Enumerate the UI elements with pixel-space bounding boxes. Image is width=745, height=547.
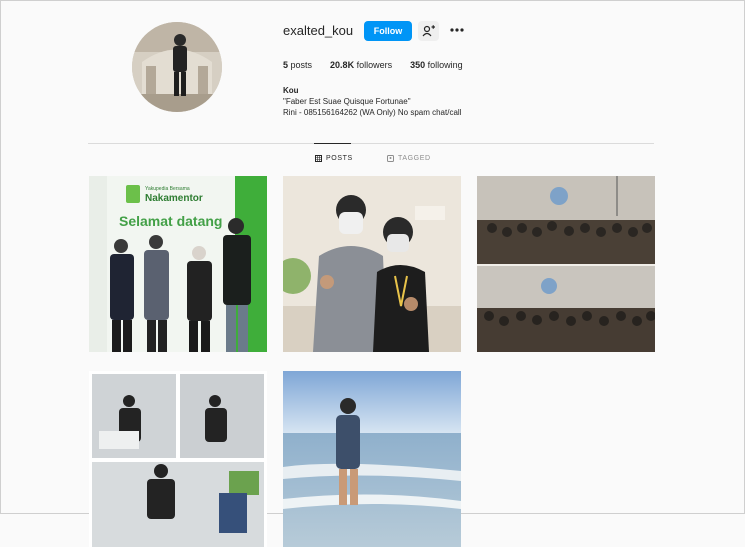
active-tab-indicator — [314, 143, 351, 144]
profile-stats: 5 posts 20.8K followers 350 following — [283, 60, 463, 70]
profile-username: exalted_kou — [283, 23, 354, 38]
posts-stat: 5 posts — [283, 60, 313, 70]
profile-avatar[interactable] — [132, 22, 222, 112]
suggested-accounts-button[interactable] — [418, 21, 439, 41]
banner-welcome-text: Selamat datang — [119, 213, 222, 229]
tabs-divider — [88, 143, 654, 144]
more-options-icon — [450, 28, 464, 32]
post-tile[interactable] — [477, 176, 655, 352]
tag-icon — [387, 155, 394, 162]
more-options-button[interactable] — [449, 22, 465, 38]
person-add-icon — [422, 25, 435, 37]
follow-button[interactable]: Follow — [364, 21, 412, 41]
bio-contact: Rini - 085156164262 (WA Only) No spam ch… — [283, 108, 462, 117]
tab-tagged[interactable]: TAGGED — [387, 155, 431, 162]
bio-quote: "Faber Est Suae Quisque Fortunae" — [283, 97, 411, 106]
profile-bio: "Faber Est Suae Quisque Fortunae" Rini -… — [283, 96, 461, 118]
tab-posts[interactable]: POSTS — [315, 155, 353, 162]
post-tile[interactable] — [283, 176, 461, 352]
profile-full-name: Kou — [283, 86, 299, 95]
grid-icon — [315, 155, 322, 162]
post-tile[interactable] — [89, 371, 267, 547]
banner-brand-text: Nakamentor — [145, 193, 203, 204]
followers-stat[interactable]: 20.8K followers — [330, 60, 392, 70]
post-tile[interactable]: Yakupedia Bersama Nakamentor Selamat dat… — [89, 176, 267, 352]
following-stat[interactable]: 350 following — [410, 60, 463, 70]
banner-small-text: Yakupedia Bersama — [145, 186, 190, 192]
post-tile[interactable] — [283, 371, 461, 547]
